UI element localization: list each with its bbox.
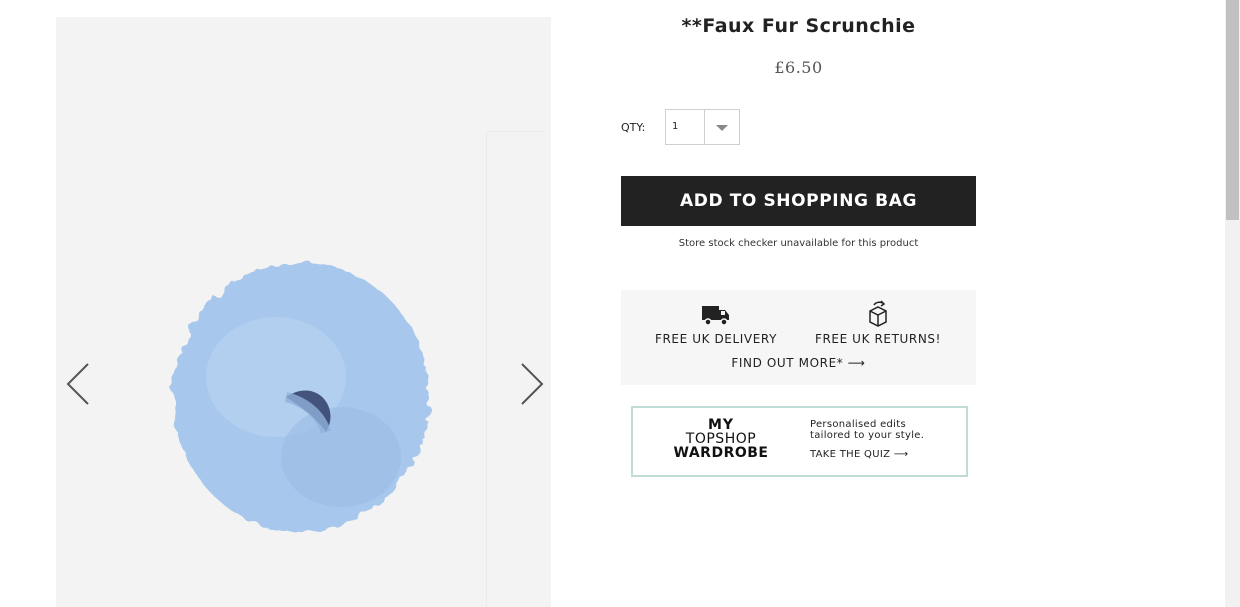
chevron-down-icon — [716, 125, 728, 131]
quantity-label: QTY: — [621, 121, 646, 134]
product-image — [173, 262, 429, 532]
returns-info: FREE UK RETURNS! — [798, 300, 958, 346]
tagline-line-2: tailored to your style. — [810, 430, 925, 441]
product-title: **Faux Fur Scrunchie — [681, 15, 916, 37]
next-image-arrow[interactable] — [516, 362, 546, 406]
quantity-select[interactable]: 1 — [665, 109, 740, 145]
free-delivery-text: FREE UK DELIVERY — [654, 332, 778, 346]
delivery-returns-panel: FREE UK DELIVERY FREE UK RETURNS! FIND O… — [621, 290, 976, 385]
product-image-gallery — [56, 17, 551, 607]
free-returns-text: FREE UK RETURNS! — [814, 332, 942, 346]
take-quiz-link[interactable]: TAKE THE QUIZ ⟶ — [810, 449, 908, 460]
logo-line-my: MY — [707, 417, 735, 433]
prev-image-arrow[interactable] — [64, 362, 94, 406]
logo-line-topshop: TOPSHOP — [685, 431, 757, 447]
my-topshop-wardrobe-logo: MY TOPSHOP WARDROBE — [673, 418, 769, 460]
my-wardrobe-banner[interactable]: MY TOPSHOP WARDROBE Personalised edits t… — [631, 406, 968, 477]
truck-icon — [702, 306, 729, 326]
find-out-more-link[interactable]: FIND OUT MORE* ⟶ — [621, 356, 976, 370]
logo-line-wardrobe: WARDROBE — [673, 445, 769, 461]
wardrobe-tagline: Personalised edits tailored to your styl… — [810, 419, 924, 441]
package-return-icon — [869, 300, 887, 327]
add-to-bag-button[interactable]: ADD TO SHOPPING BAG — [621, 176, 976, 226]
delivery-info: FREE UK DELIVERY — [636, 300, 796, 346]
quantity-value: 1 — [672, 121, 679, 132]
stock-checker-note: Store stock checker unavailable for this… — [678, 238, 919, 249]
quantity-divider — [704, 110, 705, 144]
tagline-line-1: Personalised edits — [810, 419, 906, 430]
page-scrollbar-thumb[interactable] — [1226, 0, 1239, 220]
product-price: £6.50 — [774, 58, 823, 77]
